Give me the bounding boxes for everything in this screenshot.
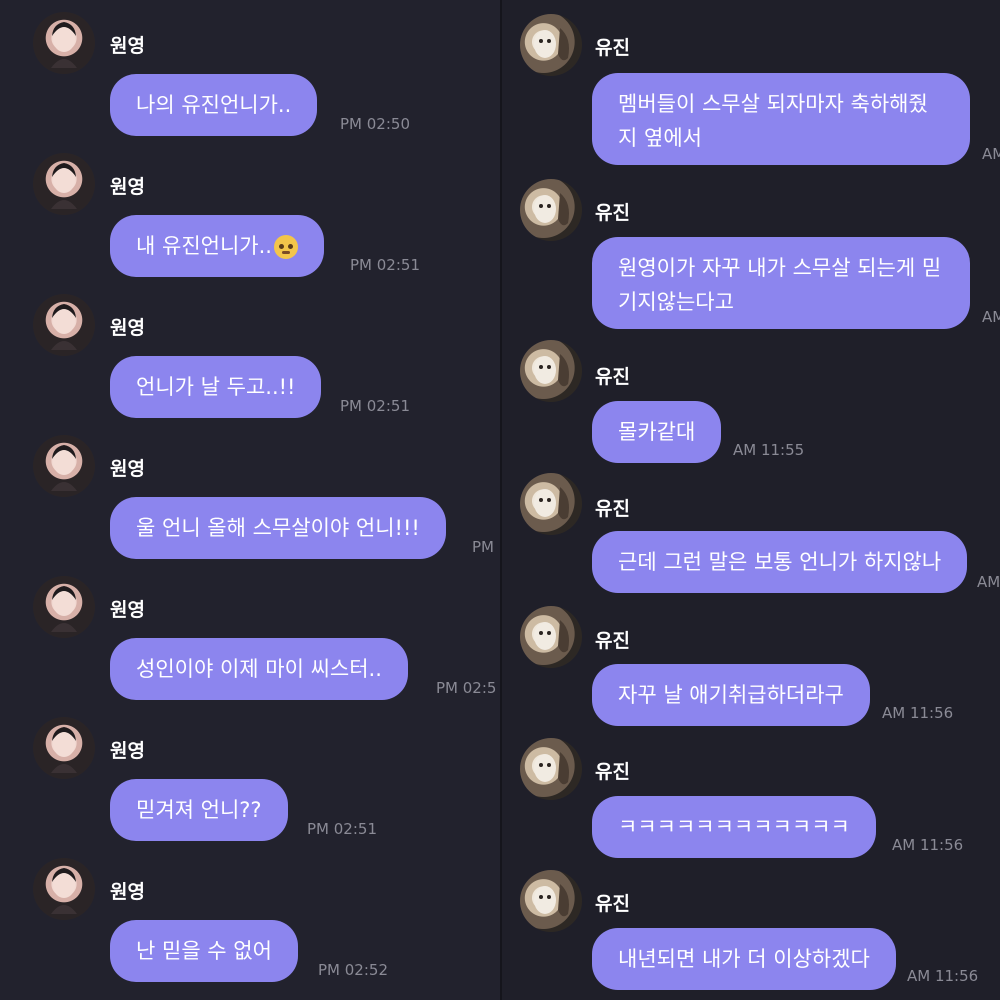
avatar[interactable] [33,12,95,74]
message-bubble[interactable]: 난 믿을 수 없어 [110,920,298,982]
sender-name: 유진 [595,498,630,520]
avatar[interactable] [520,179,582,241]
avatar[interactable] [520,473,582,535]
avatar[interactable] [520,340,582,402]
message-row: 유진 근데 그런 말은 보통 언니가 하지않나 AM [502,463,1000,603]
message-bubble[interactable]: 성인이야 이제 마이 씨스터.. [110,638,408,700]
avatar[interactable] [520,738,582,800]
message-text: 원영이가 자꾸 내가 스무살 되는게 믿기지않는다고 [618,256,942,314]
sender-name: 원영 [110,458,145,480]
message-row: 유진 내년되면 내가 더 이상하겠다 AM 11:56 [502,860,1000,1000]
sender-name: 유진 [595,202,630,224]
avatar[interactable] [33,858,95,920]
message-bubble[interactable]: 나의 유진언니가.. [110,74,318,136]
rolling-eyes-emoji-icon [273,235,298,259]
message-timestamp: AM [982,308,1000,326]
avatar[interactable] [33,576,95,638]
message-bubble[interactable]: 언니가 날 두고..!! [110,356,322,418]
message-timestamp: AM [977,573,1000,591]
avatar[interactable] [33,435,95,497]
message-row: 원영 언니가 날 두고..!! PM 02:51 [0,282,500,422]
sender-name: 원영 [110,599,145,621]
message-text: 몰카같대 [618,420,696,444]
avatar[interactable] [520,606,582,668]
message-row: 원영 성인이야 이제 마이 씨스터.. PM 02:5 [0,564,500,704]
sender-name: 원영 [110,176,145,198]
message-bubble[interactable]: ㅋㅋㅋㅋㅋㅋㅋㅋㅋㅋㅋㅋ [592,796,876,858]
message-text: 근데 그런 말은 보통 언니가 하지않나 [618,550,942,574]
message-text: 성인이야 이제 마이 씨스터.. [136,657,382,681]
avatar[interactable] [520,14,582,76]
message-row: 유진 멤버들이 스무살 되자마자 축하해줬지 옆에서 AM [502,0,1000,175]
message-row: 원영 믿겨져 언니?? PM 02:51 [0,705,500,845]
message-timestamp: AM 11:56 [892,836,964,854]
message-timestamp: AM [982,145,1000,163]
message-row: 유진 ㅋㅋㅋㅋㅋㅋㅋㅋㅋㅋㅋㅋ AM 11:56 [502,728,1000,868]
chat-column-left: 원영 나의 유진언니가.. PM 02:50 원영 내 유진언니가.. PM 0… [0,0,500,1000]
message-bubble[interactable]: 자꾸 날 애기취급하더라구 [592,664,870,726]
avatar[interactable] [520,870,582,932]
message-bubble[interactable]: 내 유진언니가.. [110,215,324,277]
message-timestamp: PM 02:51 [307,820,377,838]
sender-name: 유진 [595,761,630,783]
avatar[interactable] [33,294,95,356]
message-text: 멤버들이 스무살 되자마자 축하해줬지 옆에서 [618,92,928,150]
message-bubble[interactable]: 믿겨져 언니?? [110,779,288,841]
message-row: 유진 몰카같대 AM 11:55 [502,330,1000,470]
message-timestamp: PM [472,538,494,556]
sender-name: 유진 [595,630,630,652]
message-timestamp: PM 02:52 [318,961,388,979]
message-bubble[interactable]: 원영이가 자꾸 내가 스무살 되는게 믿기지않는다고 [592,237,970,329]
message-bubble[interactable]: 울 언니 올해 스무살이야 언니!!! [110,497,446,559]
message-text: 나의 유진언니가.. [136,93,292,117]
avatar[interactable] [33,717,95,779]
message-text: 언니가 날 두고..!! [136,375,296,399]
avatar[interactable] [33,153,95,215]
message-row: 원영 울 언니 올해 스무살이야 언니!!! PM [0,423,500,563]
message-bubble[interactable]: 멤버들이 스무살 되자마자 축하해줬지 옆에서 [592,73,970,165]
message-timestamp: PM 02:50 [340,115,410,133]
message-timestamp: PM 02:51 [340,397,410,415]
message-text: 믿겨져 언니?? [136,798,262,822]
message-bubble[interactable]: 근데 그런 말은 보통 언니가 하지않나 [592,531,968,593]
sender-name: 원영 [110,317,145,339]
message-timestamp: AM 11:56 [882,704,954,722]
chat-column-right: 유진 멤버들이 스무살 되자마자 축하해줬지 옆에서 AM 유진 원영이가 자꾸… [502,0,1000,1000]
message-text: 내년되면 내가 더 이상하겠다 [618,947,870,971]
message-timestamp: PM 02:5 [436,679,497,697]
sender-name: 원영 [110,740,145,762]
message-row: 유진 자꾸 날 애기취급하더라구 AM 11:56 [502,596,1000,736]
message-row: 유진 원영이가 자꾸 내가 스무살 되는게 믿기지않는다고 AM [502,165,1000,340]
message-bubble[interactable]: 몰카같대 [592,401,722,463]
message-row: 원영 나의 유진언니가.. PM 02:50 [0,0,500,140]
message-row: 원영 난 믿을 수 없어 PM 02:52 [0,846,500,986]
message-timestamp: AM 11:56 [907,967,979,985]
message-timestamp: PM 02:51 [350,256,420,274]
message-timestamp: AM 11:55 [733,441,805,459]
message-text: 난 믿을 수 없어 [136,939,272,963]
message-text: 내 유진언니가.. [136,234,272,258]
sender-name: 유진 [595,37,630,59]
sender-name: 유진 [595,893,630,915]
sender-name: 원영 [110,881,145,903]
message-text: ㅋㅋㅋㅋㅋㅋㅋㅋㅋㅋㅋㅋ [618,815,850,839]
message-text: 자꾸 날 애기취급하더라구 [618,683,844,707]
message-text: 울 언니 올해 스무살이야 언니!!! [136,516,420,540]
message-row: 원영 내 유진언니가.. PM 02:51 [0,141,500,281]
sender-name: 원영 [110,35,145,57]
message-bubble[interactable]: 내년되면 내가 더 이상하겠다 [592,928,896,990]
sender-name: 유진 [595,366,630,388]
